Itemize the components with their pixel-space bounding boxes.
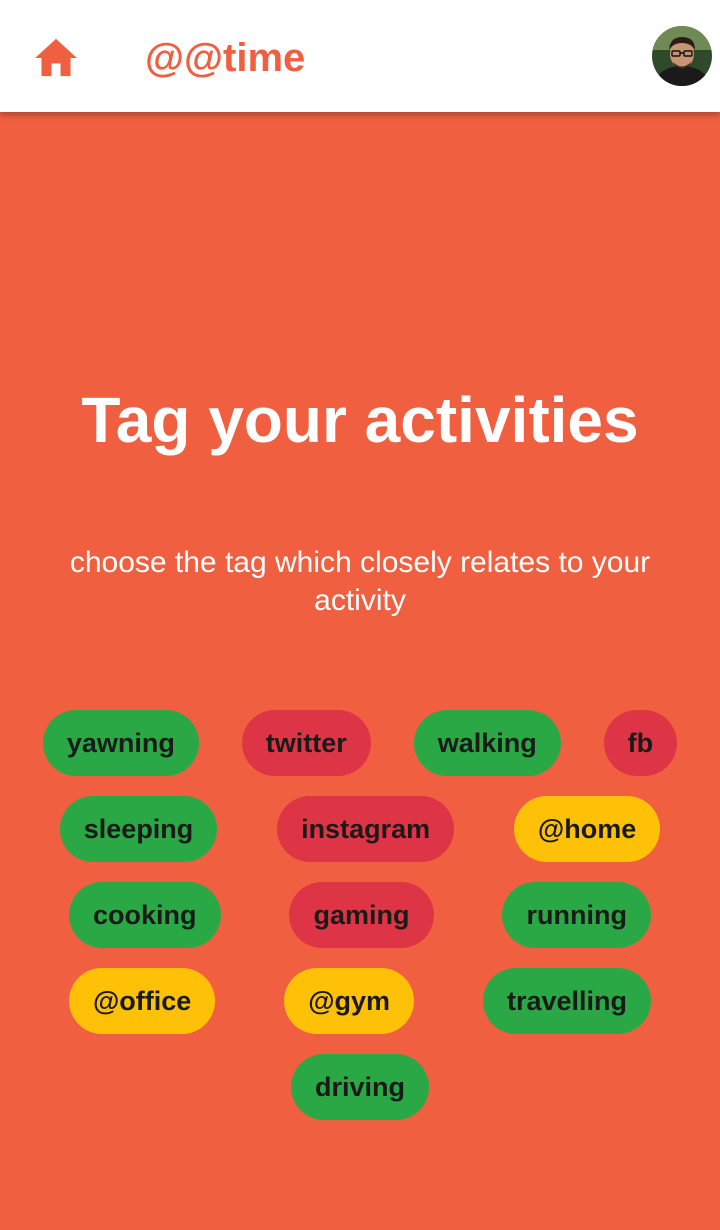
tag-chip-walking[interactable]: walking: [413, 710, 561, 776]
tag-chip-instagram[interactable]: instagram: [277, 796, 455, 862]
tag-chip-twitter[interactable]: twitter: [241, 710, 371, 776]
tag-chip-at-home[interactable]: @home: [513, 796, 661, 862]
tag-chip-at-gym[interactable]: @gym: [284, 968, 415, 1034]
app-title: @@time: [145, 36, 306, 80]
home-icon: [35, 38, 77, 77]
tag-chip-gaming[interactable]: gaming: [289, 882, 434, 948]
tag-chip-driving[interactable]: driving: [290, 1054, 429, 1120]
main-content: Tag your activities choose the tag which…: [0, 112, 720, 1230]
tag-chip-row: sleeping instagram @home: [0, 796, 720, 862]
tag-chip-travelling[interactable]: travelling: [483, 968, 652, 1034]
tag-chip-list: yawning twitter walking fb sleeping instagram…: [0, 710, 720, 1140]
tag-chip-row: @office @gym travelling: [0, 968, 720, 1034]
app-bar: @@time: [0, 0, 720, 112]
home-button[interactable]: [28, 30, 84, 86]
tag-chip-running[interactable]: running: [502, 882, 651, 948]
page-subtitle: choose the tag which closely relates to …: [69, 546, 651, 617]
tag-chip-sleeping[interactable]: sleeping: [59, 796, 218, 862]
tag-chip-at-office[interactable]: @office: [68, 968, 216, 1034]
avatar-icon: [652, 26, 712, 86]
tag-chip-yawning[interactable]: yawning: [42, 710, 199, 776]
tag-chip-cooking[interactable]: cooking: [68, 882, 221, 948]
page-headline: Tag your activities: [81, 384, 639, 456]
tag-chip-row: yawning twitter walking fb: [0, 710, 720, 776]
user-avatar[interactable]: [652, 26, 712, 86]
tag-chip-fb[interactable]: fb: [603, 710, 678, 776]
tag-chip-row: driving: [0, 1054, 720, 1120]
tag-chip-row: cooking gaming running: [0, 882, 720, 948]
